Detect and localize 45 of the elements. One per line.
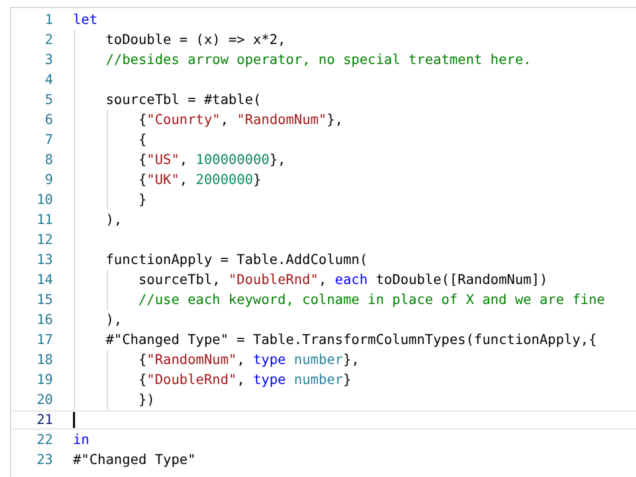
line-number: 22 bbox=[36, 432, 53, 448]
code-line: //besides arrow operator, no special treatment here. bbox=[104, 52, 532, 68]
code-editor[interactable] bbox=[10, 7, 636, 477]
code-line: {"DoubleRnd", type number} bbox=[137, 372, 352, 388]
line-number: 16 bbox=[36, 312, 53, 328]
line-number: 13 bbox=[36, 252, 53, 268]
line-number: 12 bbox=[36, 232, 53, 248]
code-line: {"US", 100000000}, bbox=[137, 152, 286, 168]
code-line: let bbox=[73, 12, 98, 28]
code-line: {"UK", 2000000} bbox=[137, 172, 262, 188]
line-number: 20 bbox=[36, 392, 53, 408]
line-number: 23 bbox=[36, 452, 53, 468]
line-number: 4 bbox=[44, 72, 53, 88]
line-number: 5 bbox=[44, 92, 53, 108]
line-number: 7 bbox=[44, 132, 53, 148]
line-number: 9 bbox=[44, 172, 53, 188]
line-number: 19 bbox=[36, 372, 53, 388]
line-number: 2 bbox=[44, 32, 53, 48]
code-line: #"Changed Type" = Table.TransformColumnTypes(functionApply,{ bbox=[104, 332, 597, 348]
line-number: 14 bbox=[36, 272, 53, 288]
code-line: }) bbox=[137, 392, 155, 408]
line-number: 18 bbox=[36, 352, 53, 368]
code-line: ), bbox=[104, 312, 122, 328]
line-number: 10 bbox=[36, 192, 53, 208]
line-number: 11 bbox=[36, 212, 53, 228]
code-line: ), bbox=[104, 212, 122, 228]
line-number: 15 bbox=[36, 292, 53, 308]
code-line: sourceTbl = #table( bbox=[104, 92, 262, 108]
code-line: //use each keyword, colname in place of X and we are fine bbox=[137, 292, 605, 308]
code-line: functionApply = Table.AddColumn( bbox=[104, 252, 368, 268]
line-number: 17 bbox=[36, 332, 53, 348]
line-number: 6 bbox=[44, 112, 53, 128]
line-number: 8 bbox=[44, 152, 53, 168]
code-line: {"RandomNum", type number}, bbox=[137, 352, 360, 368]
line-number: 3 bbox=[44, 52, 53, 68]
code-line: { bbox=[137, 132, 147, 148]
line-number: 21 bbox=[36, 412, 53, 428]
code-line: in bbox=[73, 432, 90, 448]
code-line: } bbox=[137, 192, 147, 208]
text-cursor bbox=[73, 412, 75, 428]
line-number: 1 bbox=[44, 12, 53, 28]
code-line: {"Counrty", "RandomNum"}, bbox=[137, 112, 344, 128]
code-line: sourceTbl, "DoubleRnd", each toDouble([RandomNum]) bbox=[137, 272, 548, 288]
code-line: #"Changed Type" bbox=[73, 452, 196, 468]
code-line: toDouble = (x) => x*2, bbox=[104, 32, 286, 48]
